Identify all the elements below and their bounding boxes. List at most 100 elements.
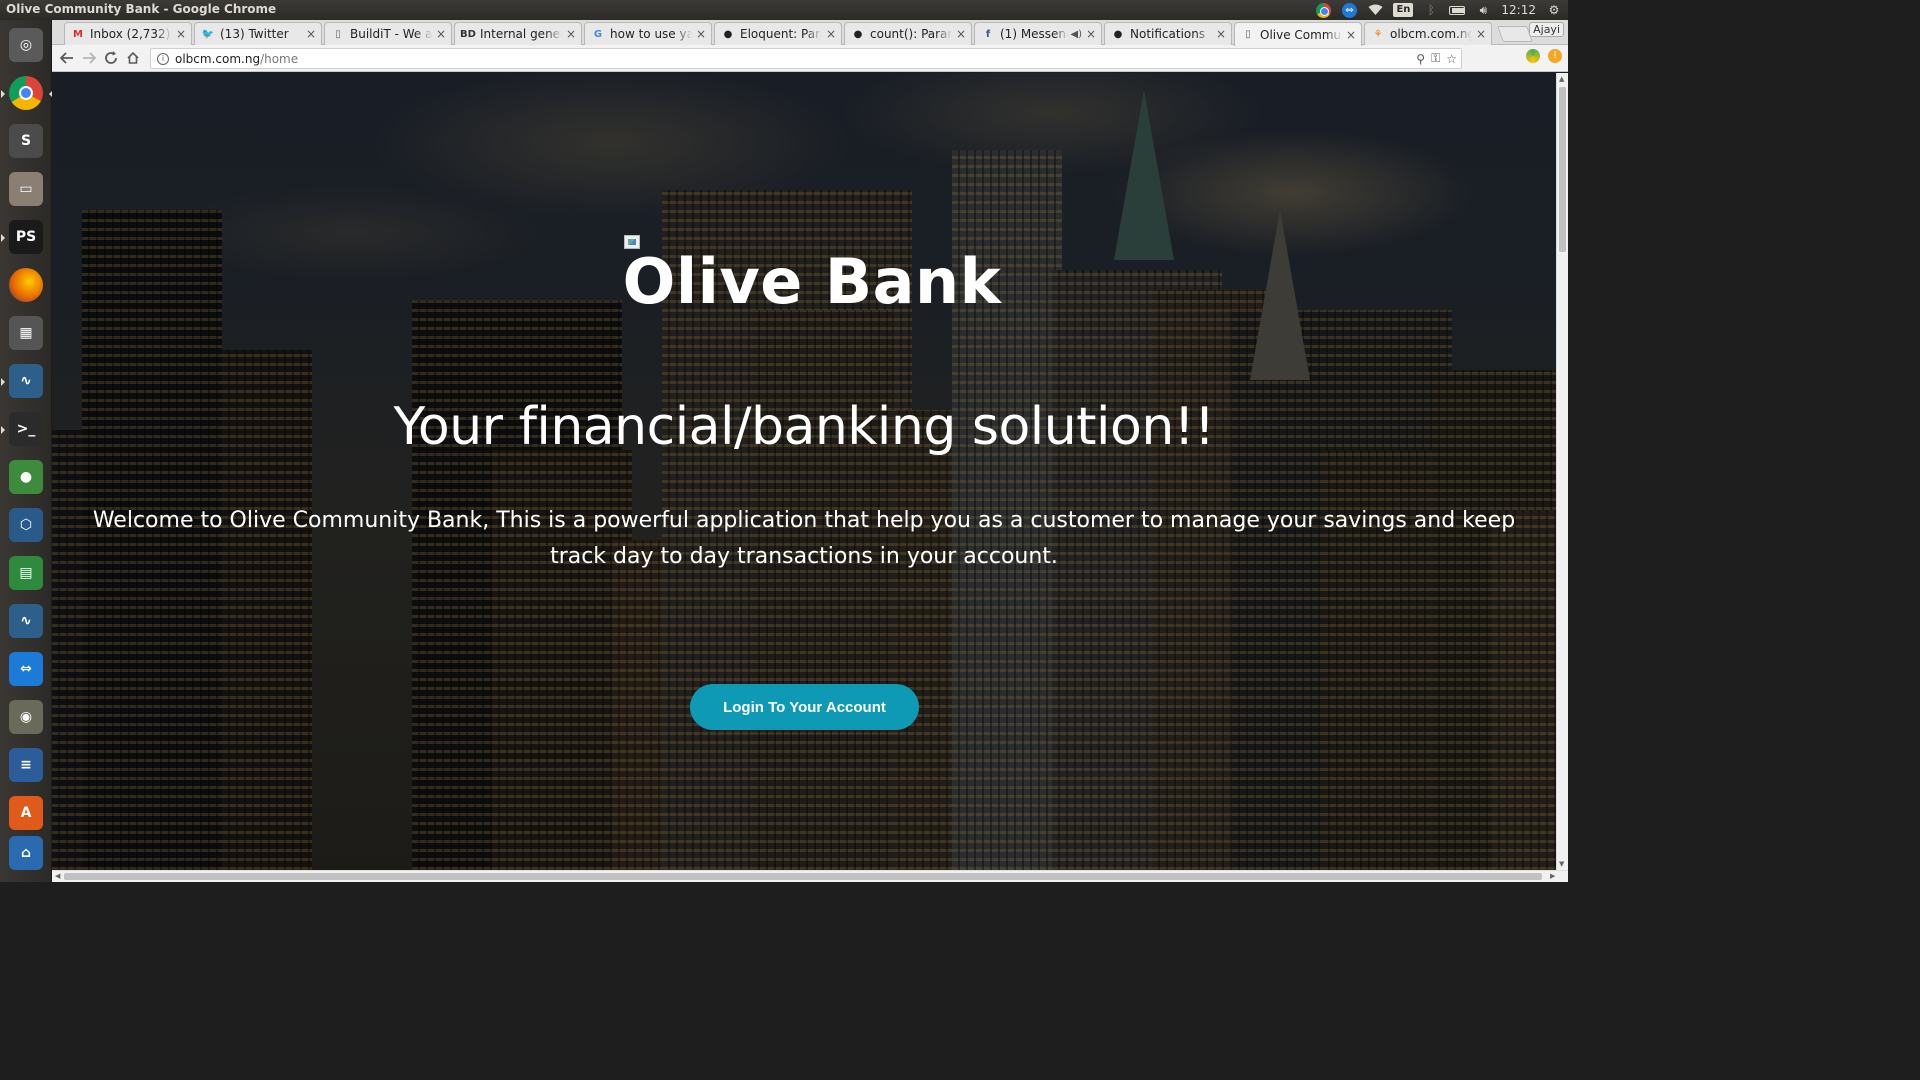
tab-title: olbcm.com.ng xyxy=(1390,27,1472,41)
vertical-scroll-thumb[interactable] xyxy=(1559,87,1566,252)
tab[interactable]: M Inbox (2,732) - × xyxy=(64,22,192,45)
close-tab-icon[interactable]: × xyxy=(1345,28,1357,42)
terminal-icon[interactable]: >_ xyxy=(1,408,47,450)
brand-title: Olive Bank xyxy=(622,245,1002,318)
github-icon: ● xyxy=(1113,28,1123,40)
tab[interactable]: Ghow to use ya × xyxy=(584,22,712,45)
settings-gear-icon[interactable]: ⚙ xyxy=(1546,2,1562,18)
clock[interactable]: 12:12 xyxy=(1501,3,1536,17)
tab-title: Olive Commun xyxy=(1260,27,1342,42)
close-tab-icon[interactable]: × xyxy=(955,27,967,41)
url-path: /home xyxy=(260,51,299,66)
tab[interactable]: ● count(): Param × xyxy=(844,22,972,45)
tab-title: count(): Param xyxy=(870,27,952,41)
home-icon[interactable] xyxy=(122,47,144,69)
extension-green-icon[interactable] xyxy=(1526,49,1540,63)
mysql-workbench-icon[interactable]: ∿ xyxy=(1,360,47,402)
tab-title: Eloquent: Para xyxy=(740,27,822,41)
hero-section: Olive Bank Your financial/banking soluti… xyxy=(52,73,1556,870)
close-tab-icon[interactable]: × xyxy=(1085,27,1097,41)
mysql-workbench-2-icon[interactable]: ∿ xyxy=(5,600,47,642)
firefox-icon[interactable] xyxy=(5,264,47,306)
horizontal-scrollbar[interactable]: ◀ ▶ xyxy=(52,870,1568,882)
document-viewer-icon[interactable]: ≡ xyxy=(5,744,47,786)
tab[interactable]: ● Notifications × xyxy=(1104,22,1232,45)
unity-launcher: ◎ S ▭ PS ▦ ∿ >_ ● ⬡ ▤ ∿ ⇔ ◉ ≡ A ⌂ xyxy=(0,20,53,882)
ubuntu-dash-icon[interactable]: ◎ xyxy=(5,24,47,66)
tab-title: Notifications xyxy=(1130,27,1206,41)
page-icon: ▯ xyxy=(1245,29,1251,40)
phpstorm-icon[interactable]: PS xyxy=(1,216,47,258)
bookmark-star-icon[interactable]: ☆ xyxy=(1446,52,1457,66)
tab[interactable]: ▯ BuildiT - We ar × xyxy=(324,22,452,45)
software-center-icon[interactable]: A xyxy=(5,792,47,834)
tab-audio-icon[interactable]: ◀) xyxy=(1070,29,1082,40)
scroll-left-arrow-icon[interactable]: ◀ xyxy=(55,872,60,880)
tab[interactable]: 🐦 (13) Twitter × xyxy=(194,22,322,45)
new-tab-button[interactable] xyxy=(1497,26,1533,42)
github-icon: ● xyxy=(723,28,733,40)
bd-icon: BD xyxy=(460,28,476,40)
teamviewer-icon[interactable]: ⇔ xyxy=(5,648,47,690)
page-icon: ▯ xyxy=(335,28,341,40)
vertical-scrollbar[interactable]: ▲ ▼ xyxy=(1556,73,1568,870)
battery-icon[interactable] xyxy=(1449,2,1466,18)
scroll-right-arrow-icon[interactable]: ▶ xyxy=(1550,872,1555,880)
horizontal-scroll-thumb[interactable] xyxy=(64,873,1542,880)
key-icon[interactable]: ⚿ xyxy=(1431,51,1440,66)
bluetooth-icon[interactable]: ᛒ xyxy=(1423,2,1439,18)
tab-active[interactable]: ▯ Olive Commun × xyxy=(1234,22,1362,46)
files-icon[interactable]: ▭ xyxy=(5,168,47,210)
close-tab-icon[interactable]: × xyxy=(565,27,577,41)
facebook-icon: f xyxy=(985,28,991,40)
close-tab-icon[interactable]: × xyxy=(435,27,447,41)
gmail-icon: M xyxy=(73,28,83,40)
xampp-icon: ⚘ xyxy=(1373,28,1383,40)
close-tab-icon[interactable]: × xyxy=(825,27,837,41)
profile-button[interactable]: Ajayi xyxy=(1529,22,1564,37)
close-tab-icon[interactable]: × xyxy=(1475,27,1487,41)
tab[interactable]: BD Internal gener × xyxy=(454,22,582,45)
tab[interactable]: f (1) Messeng ◀) × xyxy=(974,22,1102,45)
scroll-up-arrow-icon[interactable]: ▲ xyxy=(1559,75,1564,83)
address-bar[interactable]: i olbcm.com.ng/home ⚲ ⚿ ☆ xyxy=(150,48,1462,69)
url-host: olbcm.com.ng xyxy=(175,51,261,66)
tab[interactable]: ⚘ olbcm.com.ng × xyxy=(1364,22,1492,45)
site-info-icon[interactable]: i xyxy=(157,52,169,65)
tab-strip: M Inbox (2,732) - × 🐦 (13) Twitter × ▯ BuildiT … xyxy=(52,20,1568,46)
volume-icon[interactable]: 🔊︎ xyxy=(1475,2,1491,18)
tab-title: (1) Messeng xyxy=(1000,27,1069,41)
close-tab-icon[interactable]: × xyxy=(695,27,707,41)
tab-title: how to use ya xyxy=(610,27,692,41)
teamviewer-tray-icon[interactable]: ⇔ xyxy=(1341,2,1357,18)
forward-arrow-icon[interactable] xyxy=(78,47,100,69)
wifi-icon[interactable] xyxy=(1367,2,1383,18)
extension-orange-alert-icon[interactable]: ! xyxy=(1548,49,1562,63)
reload-icon[interactable] xyxy=(100,47,122,69)
audio-player-icon[interactable]: ◉ xyxy=(5,696,47,738)
video-editor-icon[interactable]: ▦ xyxy=(5,312,47,354)
zoom-icon[interactable]: ⚲ xyxy=(1416,52,1425,66)
github-icon: ● xyxy=(853,28,863,40)
close-tab-icon[interactable]: × xyxy=(175,27,187,41)
page-viewport: Olive Bank Your financial/banking soluti… xyxy=(52,73,1556,870)
android-icon[interactable]: ● xyxy=(5,456,47,498)
close-tab-icon[interactable]: × xyxy=(1215,27,1227,41)
back-arrow-icon[interactable] xyxy=(56,47,78,69)
spreadsheet-icon[interactable]: ▤ xyxy=(5,552,47,594)
extra-app-icon[interactable]: ⌂ xyxy=(5,832,47,874)
google-icon: G xyxy=(593,28,603,40)
login-button[interactable]: Login To Your Account xyxy=(690,684,919,730)
tab-title: BuildiT - We ar xyxy=(350,27,432,41)
chrome-tray-icon[interactable] xyxy=(1315,2,1331,18)
close-tab-icon[interactable]: × xyxy=(305,27,317,41)
tab-title: Inbox (2,732) - xyxy=(90,27,172,41)
tab-title: Internal gener xyxy=(480,27,562,41)
browser-toolbar: i olbcm.com.ng/home ⚲ ⚿ ☆ ! xyxy=(52,45,1568,72)
virtualbox-icon[interactable]: ⬡ xyxy=(5,504,47,546)
sublime-text-icon[interactable]: S xyxy=(5,120,47,162)
tab[interactable]: ● Eloquent: Para × xyxy=(714,22,842,45)
keyboard-language-indicator[interactable]: En xyxy=(1393,3,1414,17)
scroll-down-arrow-icon[interactable]: ▼ xyxy=(1559,860,1564,868)
chrome-launcher-icon[interactable] xyxy=(1,72,53,114)
